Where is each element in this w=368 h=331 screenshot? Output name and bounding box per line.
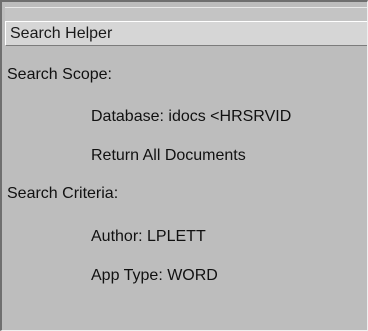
scope-item-database: Database: idocs <HRSRVID [91,108,292,125]
search-helper-panel: Search Helper Search Scope: Database: id… [0,0,368,331]
criteria-item-app-type: App Type: WORD [91,267,218,284]
scope-item-return-all-documents: Return All Documents [91,147,246,164]
panel-title: Search Helper [5,21,367,46]
panel-top-strip [5,7,367,21]
section-label-search-criteria: Search Criteria: [7,185,119,202]
section-label-search-scope: Search Scope: [7,66,112,83]
criteria-item-author: Author: LPLETT [91,228,206,245]
